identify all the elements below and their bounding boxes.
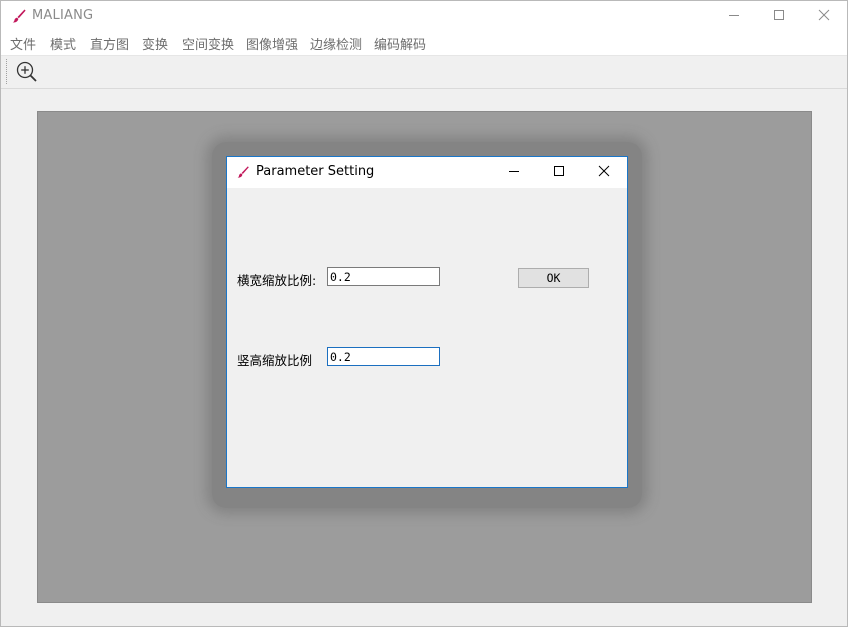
width-scale-input[interactable] [327,267,440,286]
menu-image-enhance[interactable]: 图像增强 [246,34,298,53]
zoom-in-button[interactable] [14,59,40,85]
dialog-title: Parameter Setting [256,164,375,179]
parameter-dialog: Parameter Setting 横宽缩放比例: 竖高缩放比例 OK [226,156,628,488]
menu-file[interactable]: 文件 [10,34,36,53]
dialog-close-button[interactable] [581,157,626,188]
close-button[interactable] [801,1,847,31]
brush-icon [11,8,27,24]
ok-button[interactable]: OK [518,268,589,288]
maximize-button[interactable] [756,1,802,31]
toolbar [1,56,847,89]
height-scale-input[interactable] [327,347,440,366]
menu-transform[interactable]: 变换 [142,34,168,53]
menu-histogram[interactable]: 直方图 [90,34,129,53]
dialog-titlebar[interactable]: Parameter Setting [227,157,627,188]
maximize-icon [773,9,785,24]
menu-edge-detection[interactable]: 边缘检测 [310,34,362,53]
minimize-icon [728,9,740,24]
height-scale-label: 竖高缩放比例 [237,353,313,368]
zoom-in-icon [14,61,40,88]
menu-encode-decode[interactable]: 编码解码 [374,34,426,53]
window-titlebar[interactable]: MALIANG [1,1,847,31]
width-scale-label: 横宽缩放比例: [237,273,317,288]
dialog-minimize-button[interactable] [491,157,536,188]
brush-icon [236,165,250,179]
toolbar-grip[interactable] [6,59,9,84]
close-icon [598,165,610,180]
minimize-icon [508,165,520,180]
window-title: MALIANG [32,8,94,23]
menu-spatial-transform[interactable]: 空间变换 [182,34,234,53]
dialog-maximize-button[interactable] [536,157,581,188]
menu-mode[interactable]: 模式 [50,34,76,53]
close-icon [818,9,830,24]
maximize-icon [553,165,565,180]
menu-bar: 文件 模式 直方图 变换 空间变换 图像增强 边缘检测 编码解码 [1,31,847,56]
minimize-button[interactable] [711,1,757,31]
